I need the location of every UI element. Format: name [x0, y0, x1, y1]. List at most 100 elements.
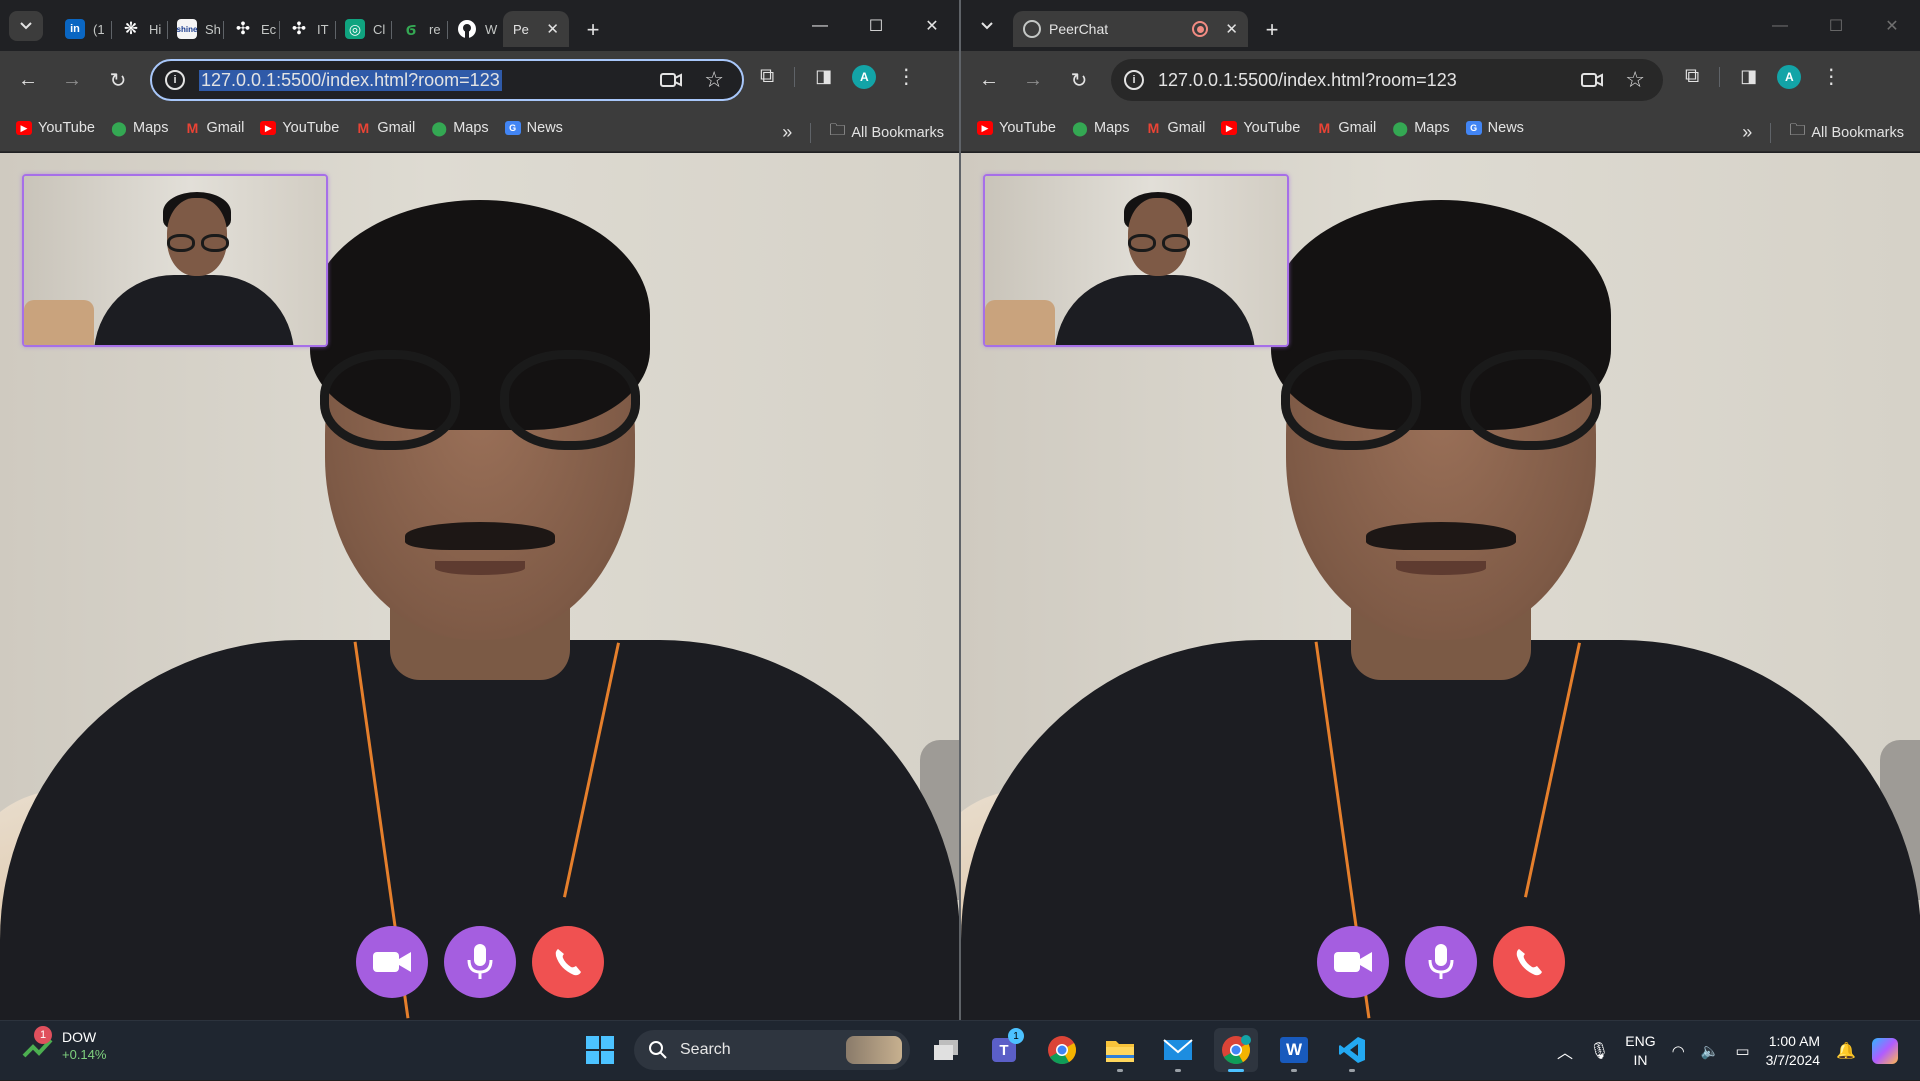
tab-shine[interactable]: shine Sh — [167, 11, 223, 47]
clock[interactable]: 1:00 AM 3/7/2024 — [1766, 1032, 1821, 1070]
hang-up-button[interactable] — [1492, 926, 1565, 998]
camera-toggle-button[interactable] — [356, 926, 428, 998]
hang-up-button[interactable] — [532, 926, 604, 998]
close-icon[interactable]: ✕ — [1225, 20, 1238, 38]
chrome-icon — [1048, 1036, 1076, 1064]
bookmark-youtube[interactable]: ▶ YouTube — [977, 120, 1056, 136]
mic-toggle-button[interactable] — [1404, 926, 1477, 998]
new-tab-button[interactable]: + — [1252, 8, 1292, 51]
copilot-icon[interactable] — [1872, 1038, 1898, 1064]
globe-icon — [1023, 20, 1041, 38]
more-bookmarks-icon[interactable]: » — [782, 122, 792, 143]
bookmark-gmail[interactable]: M Gmail — [1145, 120, 1206, 136]
maximize-icon[interactable]: ☐ — [1808, 0, 1864, 51]
new-tab-button[interactable]: + — [573, 8, 613, 51]
extensions-icon[interactable]: ⧉ — [1685, 65, 1699, 88]
bookmark-maps[interactable]: ⬤ Maps — [111, 120, 168, 137]
tab-github[interactable]: W — [447, 11, 503, 47]
task-view-button[interactable] — [924, 1028, 968, 1072]
start-button[interactable] — [580, 1030, 620, 1070]
minimize-icon[interactable]: — — [792, 0, 848, 51]
minimize-icon[interactable]: — — [1752, 0, 1808, 51]
bookmark-news[interactable]: G News — [1465, 120, 1524, 136]
site-info-icon[interactable]: i — [165, 70, 185, 90]
wifi-icon[interactable]: ◠ — [1672, 1042, 1685, 1060]
bookmark-news[interactable]: G News — [504, 120, 563, 136]
tab-ec[interactable]: ✣ Ec — [223, 11, 279, 47]
bookmark-gmail[interactable]: M Gmail — [355, 120, 415, 136]
tab-title: W — [485, 21, 498, 37]
tab-it[interactable]: ✣ IT — [279, 11, 335, 47]
close-icon[interactable]: ✕ — [546, 20, 559, 38]
chrome-app[interactable] — [1040, 1028, 1084, 1072]
tab-chatgpt[interactable]: ◎ Cl — [335, 11, 391, 47]
profile-avatar[interactable]: A — [852, 64, 877, 89]
volume-icon[interactable]: 🔈 — [1701, 1042, 1720, 1060]
reload-button[interactable]: ↻ — [102, 64, 134, 96]
local-video-preview[interactable] — [22, 174, 328, 347]
language-indicator[interactable]: ENG IN — [1625, 1032, 1655, 1070]
tab-peerchat[interactable]: PeerChat ✕ — [1013, 11, 1248, 47]
camera-icon[interactable] — [660, 72, 683, 88]
url-text[interactable]: 127.0.0.1:5500/index.html?room=123 — [1158, 70, 1457, 91]
side-panel-icon[interactable]: ◨ — [815, 66, 832, 87]
all-bookmarks-button[interactable]: 🗀 All Bookmarks — [829, 119, 944, 146]
bookmark-gmail[interactable]: M Gmail — [184, 120, 245, 136]
reload-button[interactable]: ↻ — [1063, 64, 1095, 96]
address-bar[interactable]: i 127.0.0.1:5500/index.html?room=123 ☆ — [150, 59, 744, 101]
more-bookmarks-icon[interactable]: » — [1742, 122, 1752, 143]
forward-button[interactable]: → — [56, 64, 88, 96]
mail-app[interactable] — [1156, 1028, 1200, 1072]
profile-avatar[interactable]: A — [1777, 64, 1802, 89]
microphone-tray-icon[interactable]: 🎙 — [1589, 1041, 1609, 1061]
battery-icon[interactable]: ▭ — [1735, 1042, 1749, 1060]
maximize-icon[interactable]: ☐ — [848, 0, 904, 51]
site-info-icon[interactable]: i — [1124, 70, 1144, 90]
microphone-icon — [467, 944, 493, 979]
bookmark-youtube[interactable]: ▶ YouTube — [1221, 120, 1300, 136]
url-text[interactable]: 127.0.0.1:5500/index.html?room=123 — [199, 69, 502, 91]
bookmark-maps[interactable]: ⬤ Maps — [1392, 120, 1449, 137]
bookmark-star-icon[interactable]: ☆ — [1625, 67, 1645, 93]
taskbar-search[interactable]: Search — [634, 1030, 910, 1070]
bookmark-youtube[interactable]: ▶ YouTube — [260, 120, 339, 136]
tab-re[interactable]: ϭ re — [391, 11, 447, 47]
tab-strip: in (1 ❋ Hi shine Sh ✣ Ec ✣ IT ◎ Cl ϭ re … — [0, 0, 960, 51]
menu-icon[interactable]: ⋮ — [896, 64, 916, 89]
back-button[interactable]: ← — [12, 64, 44, 96]
bookmark-maps[interactable]: ⬤ Maps — [1072, 120, 1129, 137]
tab-openai[interactable]: ❋ Hi — [111, 11, 167, 47]
camera-icon[interactable] — [1581, 72, 1604, 88]
menu-icon[interactable]: ⋮ — [1821, 64, 1841, 89]
tab-peerchat[interactable]: Pe ✕ — [503, 11, 569, 47]
tab-search-button[interactable] — [9, 11, 43, 41]
word-app[interactable]: W — [1272, 1028, 1316, 1072]
forward-button[interactable]: → — [1017, 64, 1049, 96]
side-panel-icon[interactable]: ◨ — [1740, 66, 1757, 87]
file-explorer-app[interactable] — [1098, 1028, 1142, 1072]
close-window-icon[interactable]: ✕ — [904, 0, 960, 51]
mic-toggle-button[interactable] — [444, 926, 516, 998]
tab-linkedin[interactable]: in (1 — [55, 11, 111, 47]
bookmark-label: Gmail — [377, 120, 416, 136]
stock-widget[interactable]: 1 DOW +0.14% — [22, 1026, 106, 1063]
teams-app[interactable]: T 1 — [982, 1028, 1026, 1072]
extensions-icon[interactable]: ⧉ — [760, 65, 774, 88]
bookmark-maps[interactable]: ⬤ Maps — [431, 120, 488, 137]
chrome-profile-app[interactable] — [1214, 1028, 1258, 1072]
tab-list: in (1 ❋ Hi shine Sh ✣ Ec ✣ IT ◎ Cl ϭ re … — [55, 8, 613, 51]
all-bookmarks-button[interactable]: 🗀 All Bookmarks — [1789, 119, 1904, 146]
local-video-preview[interactable] — [983, 174, 1289, 347]
address-bar[interactable]: i 127.0.0.1:5500/index.html?room=123 ☆ — [1111, 59, 1663, 101]
bookmark-gmail[interactable]: M Gmail — [1316, 120, 1376, 136]
notification-bell-icon[interactable]: 🔔 — [1836, 1041, 1856, 1061]
bookmark-youtube[interactable]: ▶ YouTube — [16, 120, 95, 136]
back-button[interactable]: ← — [973, 64, 1005, 96]
tab-search-button[interactable] — [970, 11, 1004, 41]
chevron-up-icon[interactable]: ︿ — [1557, 1039, 1573, 1063]
vscode-app[interactable] — [1330, 1028, 1374, 1072]
bookmark-star-icon[interactable]: ☆ — [704, 67, 724, 93]
close-window-icon[interactable]: ✕ — [1864, 0, 1920, 51]
camera-toggle-button[interactable] — [1316, 926, 1389, 998]
gmail-icon: M — [357, 120, 370, 136]
